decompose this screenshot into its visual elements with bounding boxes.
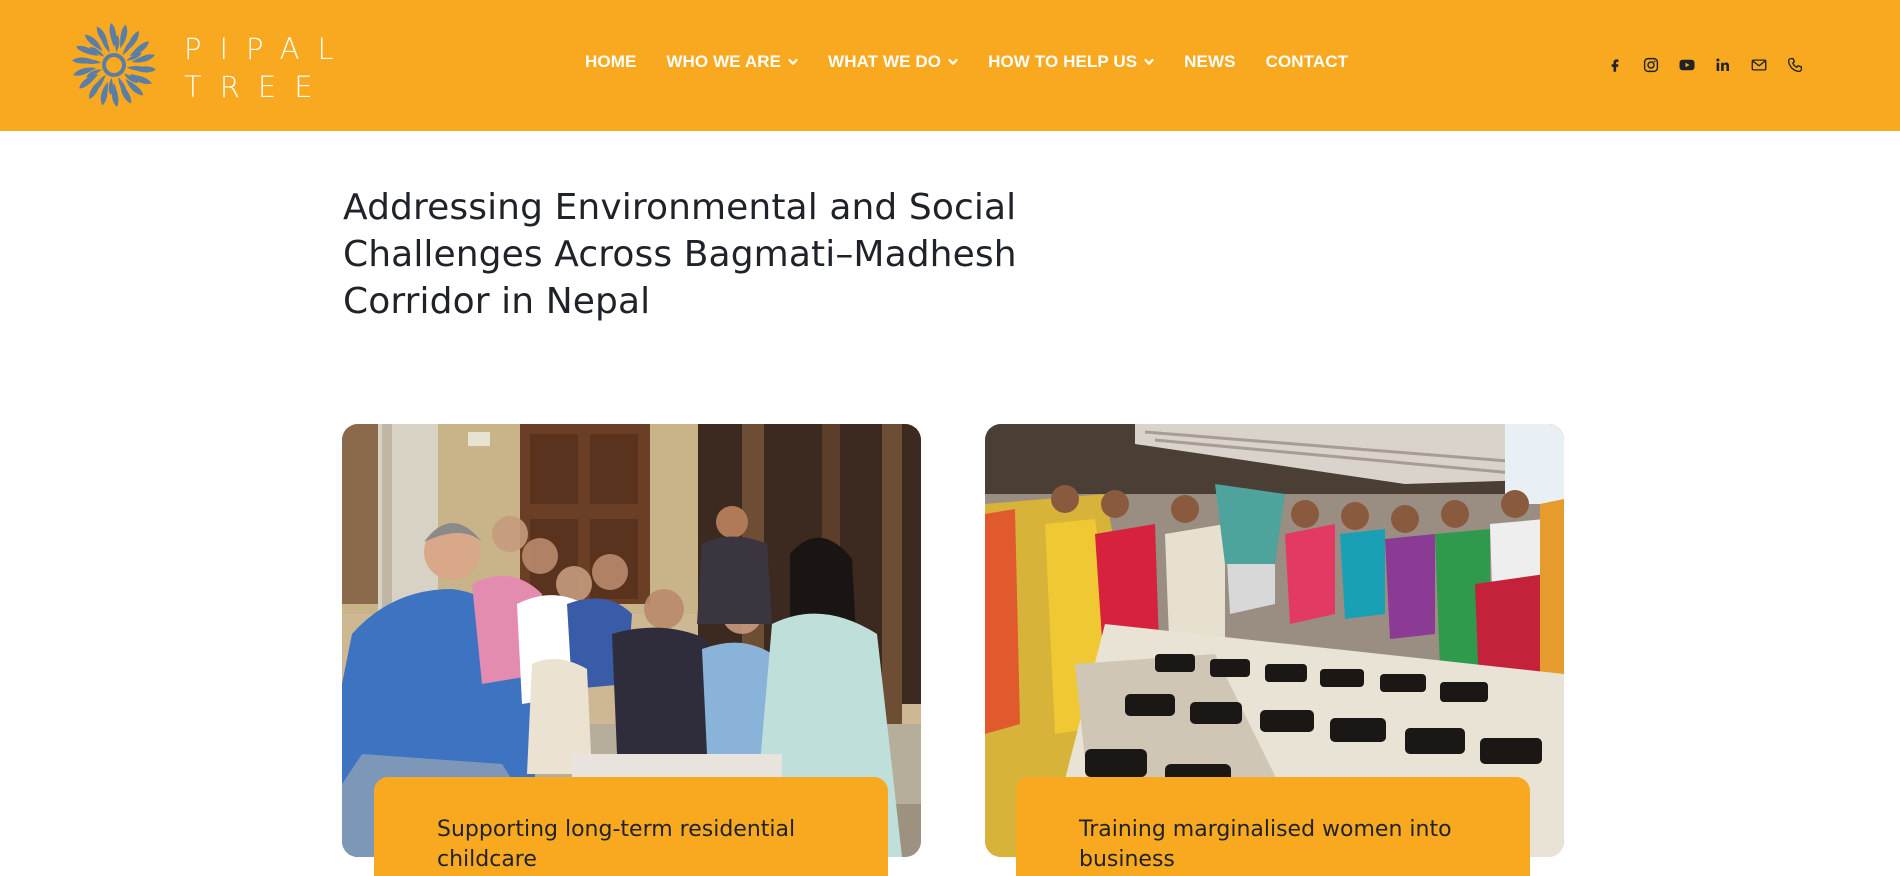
nav-who-we-are-label: WHO WE ARE <box>666 52 782 71</box>
nav-what-we-do[interactable]: WHAT WE DO <box>828 52 958 72</box>
chevron-down-icon <box>1144 58 1154 65</box>
nav-what-we-do-label: WHAT WE DO <box>828 52 942 71</box>
social-links <box>1604 54 1806 76</box>
phone-icon[interactable] <box>1784 54 1806 76</box>
chevron-down-icon <box>788 58 798 65</box>
main-navigation: HOME WHO WE ARE WHAT WE DO HOW TO HELP U… <box>585 52 1348 72</box>
logo-wordmark: PIPAL TREE <box>184 30 352 106</box>
logo-line-2: TREE <box>184 70 331 104</box>
card-caption-residential-childcare[interactable]: Supporting long-term residential childca… <box>374 777 888 876</box>
nav-contact-label: CONTACT <box>1265 52 1349 71</box>
sunburst-flower-icon <box>71 23 157 107</box>
nav-home-label: HOME <box>585 52 637 71</box>
card-caption-women-business-training[interactable]: Training marginalised women into busines… <box>1016 777 1530 876</box>
nav-news[interactable]: NEWS <box>1184 52 1235 72</box>
nav-news-label: NEWS <box>1184 52 1236 71</box>
nav-how-to-help-us[interactable]: HOW TO HELP US <box>988 52 1154 72</box>
site-logo[interactable]: PIPAL TREE <box>70 22 334 108</box>
card-caption-text: Supporting long-term residential childca… <box>437 817 796 872</box>
instagram-icon[interactable] <box>1640 54 1662 76</box>
page-title: Addressing Environmental and Social Chal… <box>343 187 1017 322</box>
nav-how-to-help-us-label: HOW TO HELP US <box>988 52 1138 71</box>
logo-line-1: PIPAL <box>184 32 352 66</box>
nav-who-we-are[interactable]: WHO WE ARE <box>666 52 798 72</box>
nav-home[interactable]: HOME <box>585 52 636 72</box>
chevron-down-icon <box>948 58 958 65</box>
email-icon[interactable] <box>1748 54 1770 76</box>
site-header: PIPAL TREE HOME WHO WE ARE WHAT WE DO HO… <box>0 0 1900 131</box>
card-caption-text: Training marginalised women into busines… <box>1079 817 1452 872</box>
linkedin-icon[interactable] <box>1712 54 1734 76</box>
nav-contact[interactable]: CONTACT <box>1266 52 1349 72</box>
facebook-icon[interactable] <box>1604 54 1626 76</box>
youtube-icon[interactable] <box>1676 54 1698 76</box>
